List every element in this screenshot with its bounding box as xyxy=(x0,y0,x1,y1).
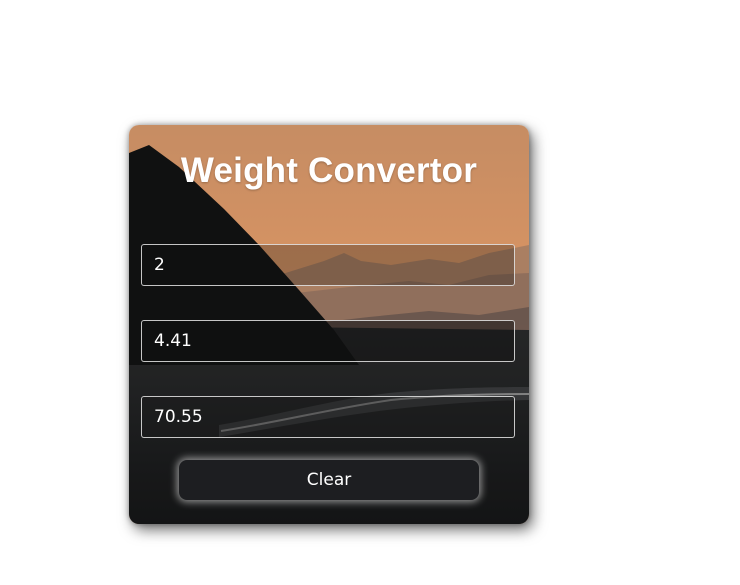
clear-button[interactable]: Clear xyxy=(179,460,479,500)
pounds-input[interactable] xyxy=(141,320,515,362)
kilograms-input[interactable] xyxy=(141,244,515,286)
ounces-input[interactable] xyxy=(141,396,515,438)
converter-card: Weight Convertor Clear xyxy=(129,125,529,524)
page-title: Weight Convertor xyxy=(180,151,478,190)
